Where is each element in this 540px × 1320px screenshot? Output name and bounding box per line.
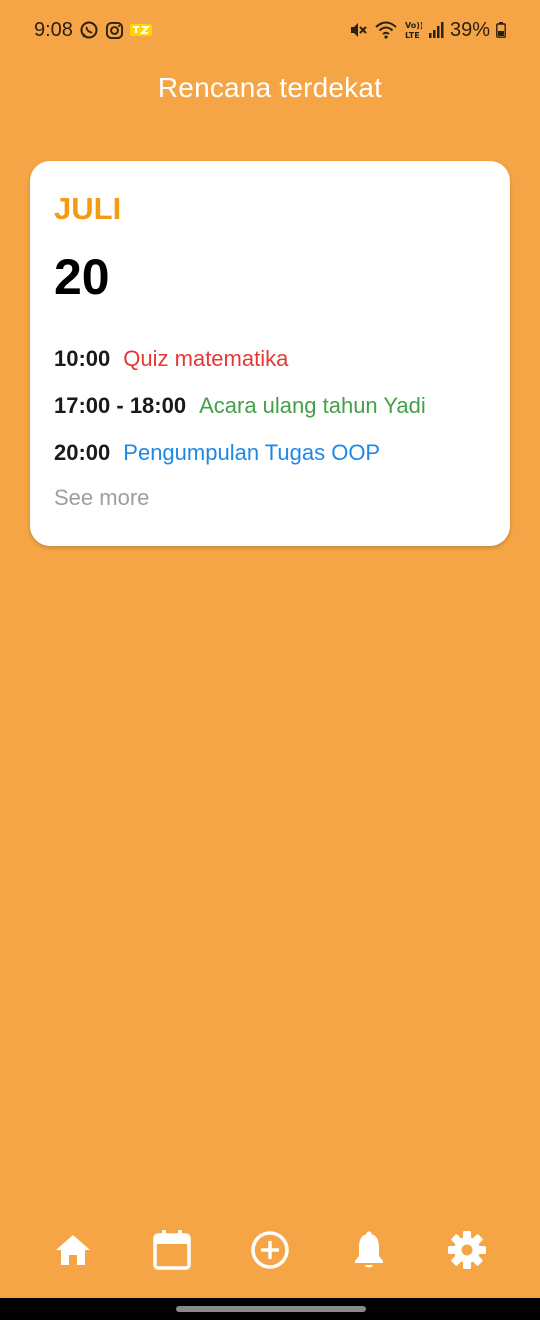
whatsapp-icon <box>79 20 99 40</box>
signal-icon <box>428 21 444 39</box>
home-icon <box>54 1233 92 1272</box>
home-indicator[interactable] <box>176 1306 366 1312</box>
nav-add[interactable] <box>221 1222 319 1282</box>
nav-settings[interactable] <box>418 1222 516 1282</box>
gear-icon <box>447 1230 487 1275</box>
event-row[interactable]: 17:00 - 18:00 Acara ulang tahun Yadi <box>54 382 486 429</box>
system-nav-bar <box>0 1298 540 1320</box>
bell-icon <box>352 1230 386 1275</box>
status-left: 9:08 <box>34 19 152 42</box>
svg-text:Vo)): Vo)) <box>405 21 422 30</box>
nav-calendar[interactable] <box>123 1222 221 1282</box>
nav-home[interactable] <box>24 1222 122 1282</box>
calendar-icon <box>152 1229 192 1276</box>
telkomsel-icon <box>129 22 152 38</box>
bottom-nav <box>24 1222 516 1282</box>
nav-notifications[interactable] <box>320 1222 418 1282</box>
svg-text:LTE: LTE <box>405 31 420 40</box>
plan-card[interactable]: JULI 20 10:00 Quiz matematika 17:00 - 18… <box>30 161 510 546</box>
add-circle-icon <box>250 1230 290 1275</box>
status-bar: 9:08 Vo)) LTE 39% <box>0 0 540 60</box>
event-time: 17:00 - 18:00 <box>54 392 187 418</box>
event-time: 20:00 <box>54 439 111 465</box>
battery-percent: 39% <box>449 18 490 41</box>
event-row[interactable]: 20:00 Pengumpulan Tugas OOP <box>54 429 486 476</box>
event-title: Acara ulang tahun Yadi <box>199 392 426 418</box>
wifi-icon <box>374 20 398 40</box>
event-time: 10:00 <box>54 345 111 371</box>
status-time: 9:08 <box>34 18 73 41</box>
mute-icon <box>348 20 368 40</box>
event-list: 10:00 Quiz matematika 17:00 - 18:00 Acar… <box>54 335 486 476</box>
app-screen: 9:08 Vo)) LTE 39% Rencana terdekat JULI … <box>0 0 540 1320</box>
month-label: JULI <box>54 191 122 226</box>
status-right: Vo)) LTE 39% <box>348 19 506 42</box>
day-number: 20 <box>54 249 110 305</box>
page-title: Rencana terdekat <box>157 72 383 103</box>
instagram-icon <box>105 21 124 40</box>
battery-icon <box>496 22 506 38</box>
see-more-link[interactable]: See more <box>54 478 486 518</box>
event-title: Quiz matematika <box>123 345 289 371</box>
event-title: Pengumpulan Tugas OOP <box>123 439 381 465</box>
event-row[interactable]: 10:00 Quiz matematika <box>54 335 486 382</box>
volte-icon: Vo)) LTE <box>404 19 422 41</box>
